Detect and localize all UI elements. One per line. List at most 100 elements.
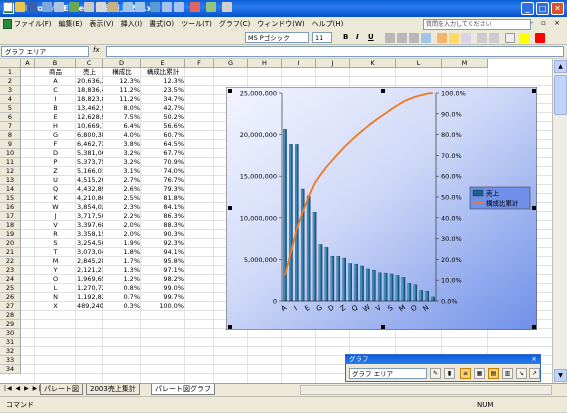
bar-Q[interactable] [354,263,358,302]
selection-handle[interactable] [532,89,536,93]
bar-J[interactable] [372,269,376,302]
bar-S[interactable] [389,273,394,302]
row-header-14[interactable]: 14 [0,185,21,194]
menu-help[interactable]: ヘルプ(H) [312,19,344,29]
align-center-icon[interactable] [397,33,407,43]
pareto-chart[interactable]: 0 5,000,000 10,000,000 15,000,000 20,000,000… [225,86,538,331]
row-header-24[interactable]: 24 [0,275,21,284]
bar-V[interactable] [377,272,382,302]
name-box[interactable]: グラフ エリア [1,46,89,57]
row-header-29[interactable]: 29 [0,320,21,329]
cell-cumulative[interactable]: 64.5% [141,140,185,149]
column-header-H[interactable]: H [248,59,282,68]
italic-button[interactable]: I [356,33,359,41]
sheet-tab-pareto-chart[interactable]: パレート図グラフ [151,384,215,395]
cell-cumulative[interactable]: 94.1% [141,248,185,257]
underline-button[interactable]: U [368,33,374,41]
cell-ratio[interactable]: 1.7% [103,257,141,266]
bar-T[interactable] [395,275,400,302]
bar-D[interactable] [330,256,335,302]
menu-file[interactable]: ファイル(F) [14,19,52,29]
cell-cumulative[interactable]: 34.7% [141,95,185,104]
print-icon[interactable] [42,2,52,12]
help-question-input[interactable]: 質問を入力してください [423,19,531,30]
cell-cumulative[interactable]: 50.2% [141,113,185,122]
cell-ratio[interactable]: 1.3% [103,266,141,275]
cell-sales[interactable]: 6,462,720 [76,140,103,149]
row-header-12[interactable]: 12 [0,167,21,176]
row-header-2[interactable]: 2 [0,77,21,86]
chart-svg[interactable]: 0 5,000,000 10,000,000 15,000,000 20,000,000… [225,86,538,331]
open-icon[interactable] [15,2,25,12]
bar-M[interactable] [401,277,406,302]
menu-format[interactable]: 書式(O) [149,19,174,29]
sort-descending-icon[interactable] [174,2,184,12]
cell-sales[interactable]: 6,800,380 [76,131,103,140]
cell-ratio[interactable]: 0.8% [103,284,141,293]
scroll-down-icon[interactable]: ▼ [554,369,567,382]
cell-cumulative[interactable]: 84.1% [141,203,185,212]
cell-product[interactable]: G [35,131,76,140]
cell-cumulative[interactable]: 70.9% [141,158,185,167]
cell-sales[interactable]: 2,121,210 [76,266,103,275]
sheet-nav-arrows[interactable]: |◀ ◀ ▶ ▶| [4,385,41,392]
cell-product[interactable]: B [35,104,76,113]
font-size-select[interactable]: 11 [312,32,332,43]
cell-product[interactable]: I [35,95,76,104]
bar-L[interactable] [419,290,423,302]
cell-product[interactable]: W [35,203,76,212]
bar-C[interactable] [289,144,293,302]
bar-U[interactable] [348,263,352,302]
cell-product[interactable]: C [35,86,76,95]
font-name-select[interactable]: MS Pゴシック [245,32,309,43]
column-header-J[interactable]: J [316,59,350,68]
cell-ratio[interactable]: 11.2% [103,86,141,95]
cell-ratio[interactable]: 11.2% [103,95,141,104]
new-icon[interactable] [3,2,13,12]
close-button[interactable]: ✕ [551,2,564,15]
bar-Y[interactable] [407,283,412,302]
column-header-E[interactable]: E [141,59,185,68]
spelling-icon[interactable] [69,2,79,12]
chart-type-icon[interactable]: ▮ [444,368,455,379]
paste-icon[interactable] [108,2,118,12]
row-header-19[interactable]: 19 [0,230,21,239]
cell-cumulative[interactable]: 12.3% [141,77,185,86]
cell-ratio[interactable]: 4.0% [103,131,141,140]
cell-ratio[interactable]: 1.8% [103,248,141,257]
percent-icon[interactable] [449,33,459,43]
selection-handle[interactable] [228,206,232,210]
cell-ratio[interactable]: 6.4% [103,122,141,131]
row-header-21[interactable]: 21 [0,248,21,257]
row-header-30[interactable]: 30 [0,329,21,338]
angle-text-down-icon[interactable]: ↘ [516,368,527,379]
legend-toggle-icon[interactable]: ≡ [460,368,471,379]
bar-X[interactable] [431,296,435,302]
bar-N[interactable] [425,290,429,302]
selection-handle[interactable] [228,89,232,93]
row-header-6[interactable]: 6 [0,113,21,122]
zoom-icon[interactable] [222,2,232,12]
cell-product[interactable]: O [35,275,76,284]
bar-B[interactable] [300,188,305,302]
row-header-33[interactable]: 33 [0,356,21,365]
cell-sales[interactable]: 3,254,500 [76,239,103,248]
cell-product[interactable]: E [35,113,76,122]
row-header-20[interactable]: 20 [0,239,21,248]
cell-product[interactable]: Q [35,185,76,194]
cell-sales[interactable]: 12,628,960 [76,113,103,122]
cell-sales[interactable]: 5,166,010 [76,167,103,176]
cell-ratio[interactable]: 2.0% [103,221,141,230]
bar-G[interactable] [318,244,323,302]
selection-handle[interactable] [532,325,536,329]
workbook-icon[interactable] [3,19,12,29]
cell-cumulative[interactable]: 23.5% [141,86,185,95]
cell-sales[interactable]: 18,836,480 [76,86,103,95]
column-header-L[interactable]: L [396,59,442,68]
cell-sales[interactable]: 5,373,750 [76,158,103,167]
menu-tools[interactable]: ツール(T) [181,19,212,29]
cell-sales[interactable]: 1,192,820 [76,293,103,302]
row-header-15[interactable]: 15 [0,194,21,203]
cell-product[interactable]: P [35,158,76,167]
cell-cumulative[interactable]: 79.3% [141,185,185,194]
